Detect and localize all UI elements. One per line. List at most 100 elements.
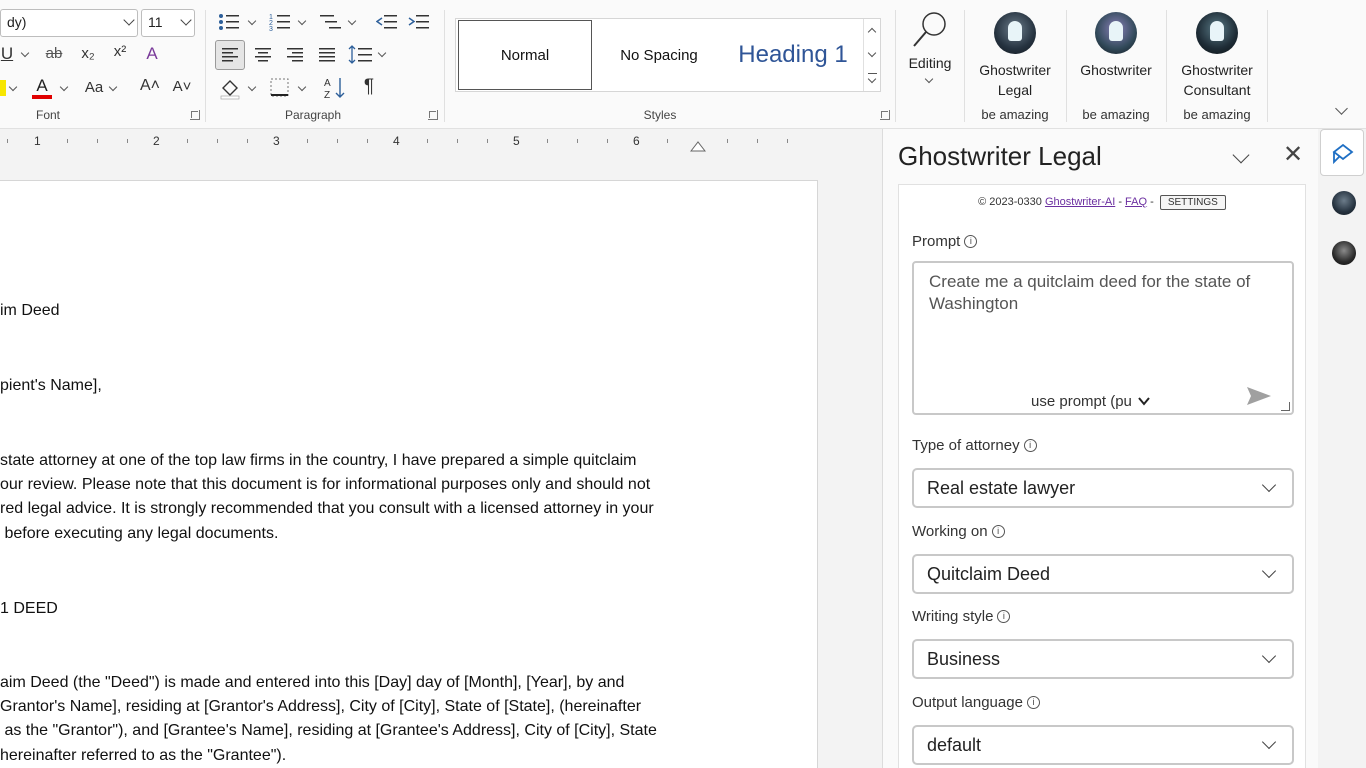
paragraph-dialog-launcher-icon[interactable] (428, 110, 438, 120)
chevron-down-icon[interactable] (377, 48, 387, 58)
align-right-icon[interactable] (282, 41, 308, 69)
shrink-font-button[interactable]: A˅ (170, 77, 194, 97)
addin-subtitle: be amazing (1082, 107, 1150, 122)
attorney-type-label: Type of attorney (912, 437, 1020, 454)
line-spacing-icon[interactable] (348, 42, 374, 68)
sort-icon[interactable]: AZ (322, 75, 348, 101)
doc-line: as the "Grantor"), and [Grantee's Name],… (0, 722, 657, 739)
working-on-label: Working on (912, 523, 988, 540)
addin-ghostwriter-legal[interactable]: Ghostwriter Legal be amazing (965, 10, 1065, 122)
clear-formatting-button[interactable]: A (141, 44, 163, 64)
send-icon[interactable] (1246, 385, 1272, 407)
resize-handle-icon[interactable] (1281, 402, 1290, 411)
ruler-tick (337, 139, 338, 143)
chevron-down-icon (1261, 477, 1277, 493)
addin-ghostwriter-consultant[interactable]: Ghostwriter Consultant be amazing (1167, 10, 1267, 122)
decrease-indent-icon[interactable] (376, 12, 398, 32)
svg-text:Z: Z (324, 90, 330, 101)
ruler-tick (667, 139, 668, 143)
underline-button[interactable]: U (0, 44, 14, 64)
strikethrough-button[interactable]: ab (42, 44, 66, 64)
output-language-select[interactable]: default (912, 725, 1294, 765)
show-formatting-icon[interactable]: ¶ (358, 77, 380, 97)
editing-button[interactable]: Editing (902, 10, 958, 90)
working-on-select[interactable]: Quitclaim Deed (912, 554, 1294, 594)
info-icon[interactable]: i (1026, 696, 1040, 709)
faq-link[interactable]: FAQ (1125, 196, 1147, 208)
ruler-tick (547, 139, 548, 143)
chevron-down-icon[interactable] (59, 82, 69, 92)
prompt-label-row: Prompt i (912, 233, 978, 250)
ruler-number: 4 (393, 134, 400, 148)
borders-icon[interactable] (269, 77, 291, 99)
align-left-icon (222, 48, 238, 62)
style-no-spacing[interactable]: No Spacing (592, 20, 726, 90)
change-case-button[interactable]: Aa (82, 78, 106, 98)
style-normal[interactable]: Normal (458, 20, 592, 90)
multilevel-list-icon[interactable] (320, 12, 342, 32)
ruler-tick (97, 139, 98, 143)
ruler-number: 3 (273, 134, 280, 148)
prompt-textarea[interactable]: Create me a quitclaim deed for the state… (912, 261, 1294, 415)
writing-style-select[interactable]: Business (912, 639, 1294, 679)
styles-more-button[interactable] (863, 67, 881, 91)
chevron-down-icon[interactable] (20, 48, 30, 58)
ghostwriter-ai-link[interactable]: Ghostwriter-AI (1045, 196, 1115, 208)
styles-group-label: Styles (643, 108, 677, 122)
info-icon[interactable]: i (1023, 439, 1037, 452)
info-icon[interactable]: i (991, 525, 1005, 538)
horizontal-ruler[interactable]: 1 2 3 4 5 6 (0, 129, 882, 153)
chevron-down-icon[interactable] (247, 16, 257, 26)
shading-icon[interactable] (218, 76, 242, 100)
align-center-icon[interactable] (250, 41, 276, 69)
font-color-button[interactable]: A (32, 76, 52, 96)
chevron-down-icon (867, 74, 877, 84)
svg-text:A: A (324, 78, 331, 89)
chevron-down-icon[interactable] (347, 16, 357, 26)
doc-line: im Deed (0, 302, 60, 319)
ruler-tick (187, 139, 188, 143)
ruler-tick (307, 139, 308, 143)
font-name-combo[interactable]: dy) (0, 9, 138, 37)
font-size-combo[interactable]: 11 (141, 9, 195, 37)
chevron-down-icon[interactable] (108, 82, 118, 92)
bullets-icon[interactable] (218, 12, 240, 32)
style-heading-1[interactable]: Heading 1 (726, 20, 860, 90)
ghost-logo-icon (994, 12, 1036, 54)
prompt-mode-select[interactable]: use prompt (pu (1031, 393, 1150, 410)
pane-options-chevron-icon[interactable] (1232, 146, 1250, 164)
document-page[interactable]: im Deed pient's Name], state attorney at… (0, 180, 818, 768)
chevron-down-icon[interactable] (297, 16, 307, 26)
info-icon[interactable]: i (964, 235, 978, 248)
attorney-type-select[interactable]: Real estate lawyer (912, 468, 1294, 508)
styles-dialog-launcher-icon[interactable] (880, 110, 890, 120)
sidebar-ghostwriter-legal-icon[interactable] (1332, 241, 1356, 265)
right-indent-marker-icon[interactable] (690, 139, 706, 153)
chevron-down-icon[interactable] (297, 82, 307, 92)
settings-button[interactable]: SETTINGS (1159, 195, 1226, 210)
align-left-button[interactable] (215, 40, 245, 70)
info-icon[interactable]: i (997, 610, 1011, 623)
highlight-color-icon[interactable] (0, 80, 6, 96)
font-dialog-launcher-icon[interactable] (190, 110, 200, 120)
ribbon-collapse-chevron-icon[interactable] (1335, 102, 1348, 115)
chevron-down-icon[interactable] (8, 82, 18, 92)
numbering-icon[interactable]: 1 2 3 (269, 12, 291, 32)
subscript-button[interactable]: x₂ (76, 44, 100, 64)
justify-icon[interactable] (314, 41, 340, 69)
addin-body: © 2023-0330 Ghostwriter-AI - FAQ - SETTI… (898, 184, 1306, 768)
chevron-down-icon[interactable] (247, 82, 257, 92)
superscript-button[interactable]: x² (108, 42, 132, 62)
styles-scroll-down-button[interactable] (863, 43, 881, 67)
increase-indent-icon[interactable] (408, 12, 430, 32)
sidebar-ghostwriter-icon[interactable] (1332, 191, 1356, 215)
grow-font-button[interactable]: A˄ (138, 76, 162, 96)
sidebar-active-addin-button[interactable] (1320, 129, 1364, 176)
ribbon-separator (205, 10, 206, 122)
ruler-tick (757, 139, 758, 143)
pane-close-icon[interactable]: ✕ (1283, 141, 1303, 169)
addin-ghostwriter[interactable]: Ghostwriter be amazing (1066, 10, 1166, 122)
font-color-bar (32, 95, 52, 99)
styles-scroll-up-button[interactable] (863, 19, 881, 43)
ruler-tick (727, 139, 728, 143)
